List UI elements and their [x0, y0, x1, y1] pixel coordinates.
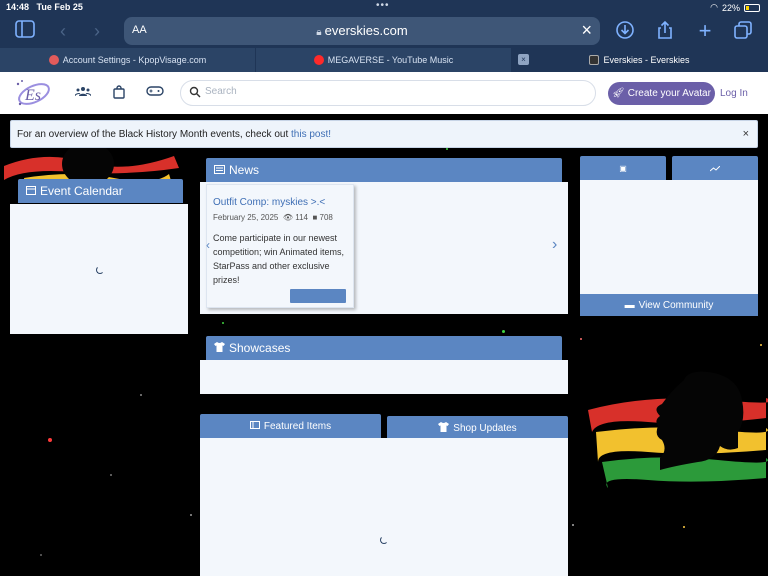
tab-shop-updates[interactable]: Shop Updates — [387, 416, 568, 440]
kpopvisage-favicon-icon — [48, 55, 59, 65]
battery-icon — [744, 3, 760, 12]
url-display[interactable]: 🔒︎ everskies.com — [124, 23, 600, 38]
tab-featured-items[interactable]: Featured Items — [200, 414, 381, 438]
community-panel — [580, 180, 758, 294]
tab-label: Account Settings - KpopVisage.com — [62, 55, 207, 65]
tab-bar: Account Settings - KpopVisage.com MEGAVE… — [0, 48, 768, 72]
event-calendar-panel — [10, 204, 188, 334]
create-avatar-label: Create your Avatar — [627, 88, 711, 99]
community-tab-chat[interactable]: ▣ — [580, 156, 666, 180]
showcases-panel — [200, 360, 568, 394]
new-tab-icon[interactable]: + — [694, 20, 716, 42]
login-link[interactable]: Log In — [720, 88, 748, 99]
page-body: For an overview of the Black History Mon… — [0, 114, 768, 576]
chevron-left-icon[interactable]: ‹ — [206, 238, 210, 252]
tab-account-settings[interactable]: Account Settings - KpopVisage.com — [0, 48, 256, 72]
announcement-banner: For an overview of the Black History Mon… — [10, 120, 758, 148]
tab-megaverse[interactable]: MEGAVERSE - YouTube Music — [256, 48, 512, 72]
tab-everskies[interactable]: × Everskies - Everskies — [512, 48, 768, 72]
banner-text: For an overview of the Black History Mon… — [17, 129, 292, 140]
pan-african-silhouette-art — [588, 371, 768, 488]
chat-bubble-icon: ▬ — [624, 299, 635, 311]
news-item-date: February 25, 2025 — [213, 213, 279, 222]
tab-overview-icon[interactable] — [732, 20, 754, 42]
calendar-icon — [26, 184, 36, 198]
tab-label: Everskies - Everskies — [603, 55, 690, 65]
view-community-label: View Community — [638, 299, 714, 311]
news-item-title[interactable]: Outfit Comp: myskies >.< — [213, 197, 325, 208]
news-item-body: Come participate in our newest competiti… — [213, 233, 345, 285]
showcases-header: Showcases — [206, 336, 562, 360]
share-icon[interactable] — [654, 20, 676, 42]
monitor-icon: ▣ — [619, 163, 627, 173]
sidebar-toggle-icon[interactable] — [14, 20, 36, 42]
close-tab-icon[interactable]: × — [518, 54, 529, 65]
showcases-title: Showcases — [229, 341, 291, 355]
loading-spinner-icon — [96, 266, 104, 274]
wifi-icon: ◠ — [710, 2, 718, 12]
create-avatar-button[interactable]: 🚀︎ Create your Avatar — [608, 82, 715, 105]
youtube-music-favicon-icon — [313, 55, 324, 65]
multitask-dots-icon[interactable]: ••• — [376, 0, 390, 11]
featured-items-label: Featured Items — [263, 420, 332, 432]
news-title: News — [229, 163, 260, 177]
eye-icon: 👁︎ — [282, 213, 293, 222]
community-icon[interactable] — [74, 85, 92, 101]
back-icon[interactable]: ‹ — [52, 20, 74, 42]
search-box[interactable] — [180, 80, 596, 106]
news-card[interactable]: Outfit Comp: myskies >.< February 25, 20… — [206, 184, 354, 308]
shop-updates-label: Shop Updates — [453, 422, 517, 434]
news-item-views: 114 — [295, 213, 308, 222]
news-item-comments: 708 — [319, 213, 333, 222]
banner-link[interactable]: this post! — [291, 129, 331, 140]
event-calendar-title: Event Calendar — [40, 184, 123, 198]
battery-percent: 22% — [721, 2, 740, 13]
tab-label: MEGAVERSE - YouTube Music — [327, 55, 454, 65]
address-bar[interactable]: AA 🔒︎ everskies.com × — [124, 17, 600, 45]
clear-url-icon[interactable]: × — [581, 20, 592, 41]
lock-icon: 🔒︎ — [316, 27, 322, 38]
search-icon — [189, 86, 201, 101]
close-banner-icon[interactable]: × — [743, 128, 749, 140]
svg-text:Es: Es — [24, 87, 41, 104]
status-time: 14:48 Tue Feb 25 — [6, 2, 83, 12]
chevron-right-icon[interactable]: › — [552, 236, 557, 254]
forward-icon[interactable]: › — [86, 20, 108, 42]
search-input[interactable] — [205, 86, 585, 97]
comment-icon: ■ — [312, 213, 318, 222]
everskies-favicon-icon — [589, 55, 600, 65]
newspaper-icon — [214, 163, 225, 177]
news-header: News — [206, 158, 562, 182]
site-header: Es 🚀︎ Create your Avatar Log In — [0, 72, 768, 114]
games-controller-icon[interactable] — [146, 85, 164, 101]
tshirt-icon — [214, 341, 225, 355]
status-bar: 14:48 Tue Feb 25 ••• ◠ 22% — [0, 0, 768, 14]
film-icon — [249, 420, 260, 432]
shop-bag-icon[interactable] — [110, 85, 128, 101]
news-read-more-button[interactable] — [290, 289, 346, 303]
trending-icon — [709, 161, 721, 175]
event-calendar-header: Event Calendar — [18, 179, 183, 203]
tshirt-icon — [438, 421, 450, 435]
download-icon[interactable] — [614, 20, 636, 42]
loading-spinner-icon — [380, 536, 388, 544]
rocket-icon: 🚀︎ — [612, 88, 625, 99]
browser-toolbar: ‹ › AA 🔒︎ everskies.com × + — [0, 14, 768, 48]
community-tab-trending[interactable] — [672, 156, 758, 180]
featured-items-panel — [200, 438, 568, 576]
news-item-meta: February 25, 2025 👁︎ 114 ■ 708 — [213, 213, 333, 222]
everskies-logo[interactable]: Es — [12, 76, 52, 110]
status-right: ◠ 22% — [710, 2, 760, 13]
view-community-button[interactable]: ▬ View Community — [580, 294, 758, 316]
